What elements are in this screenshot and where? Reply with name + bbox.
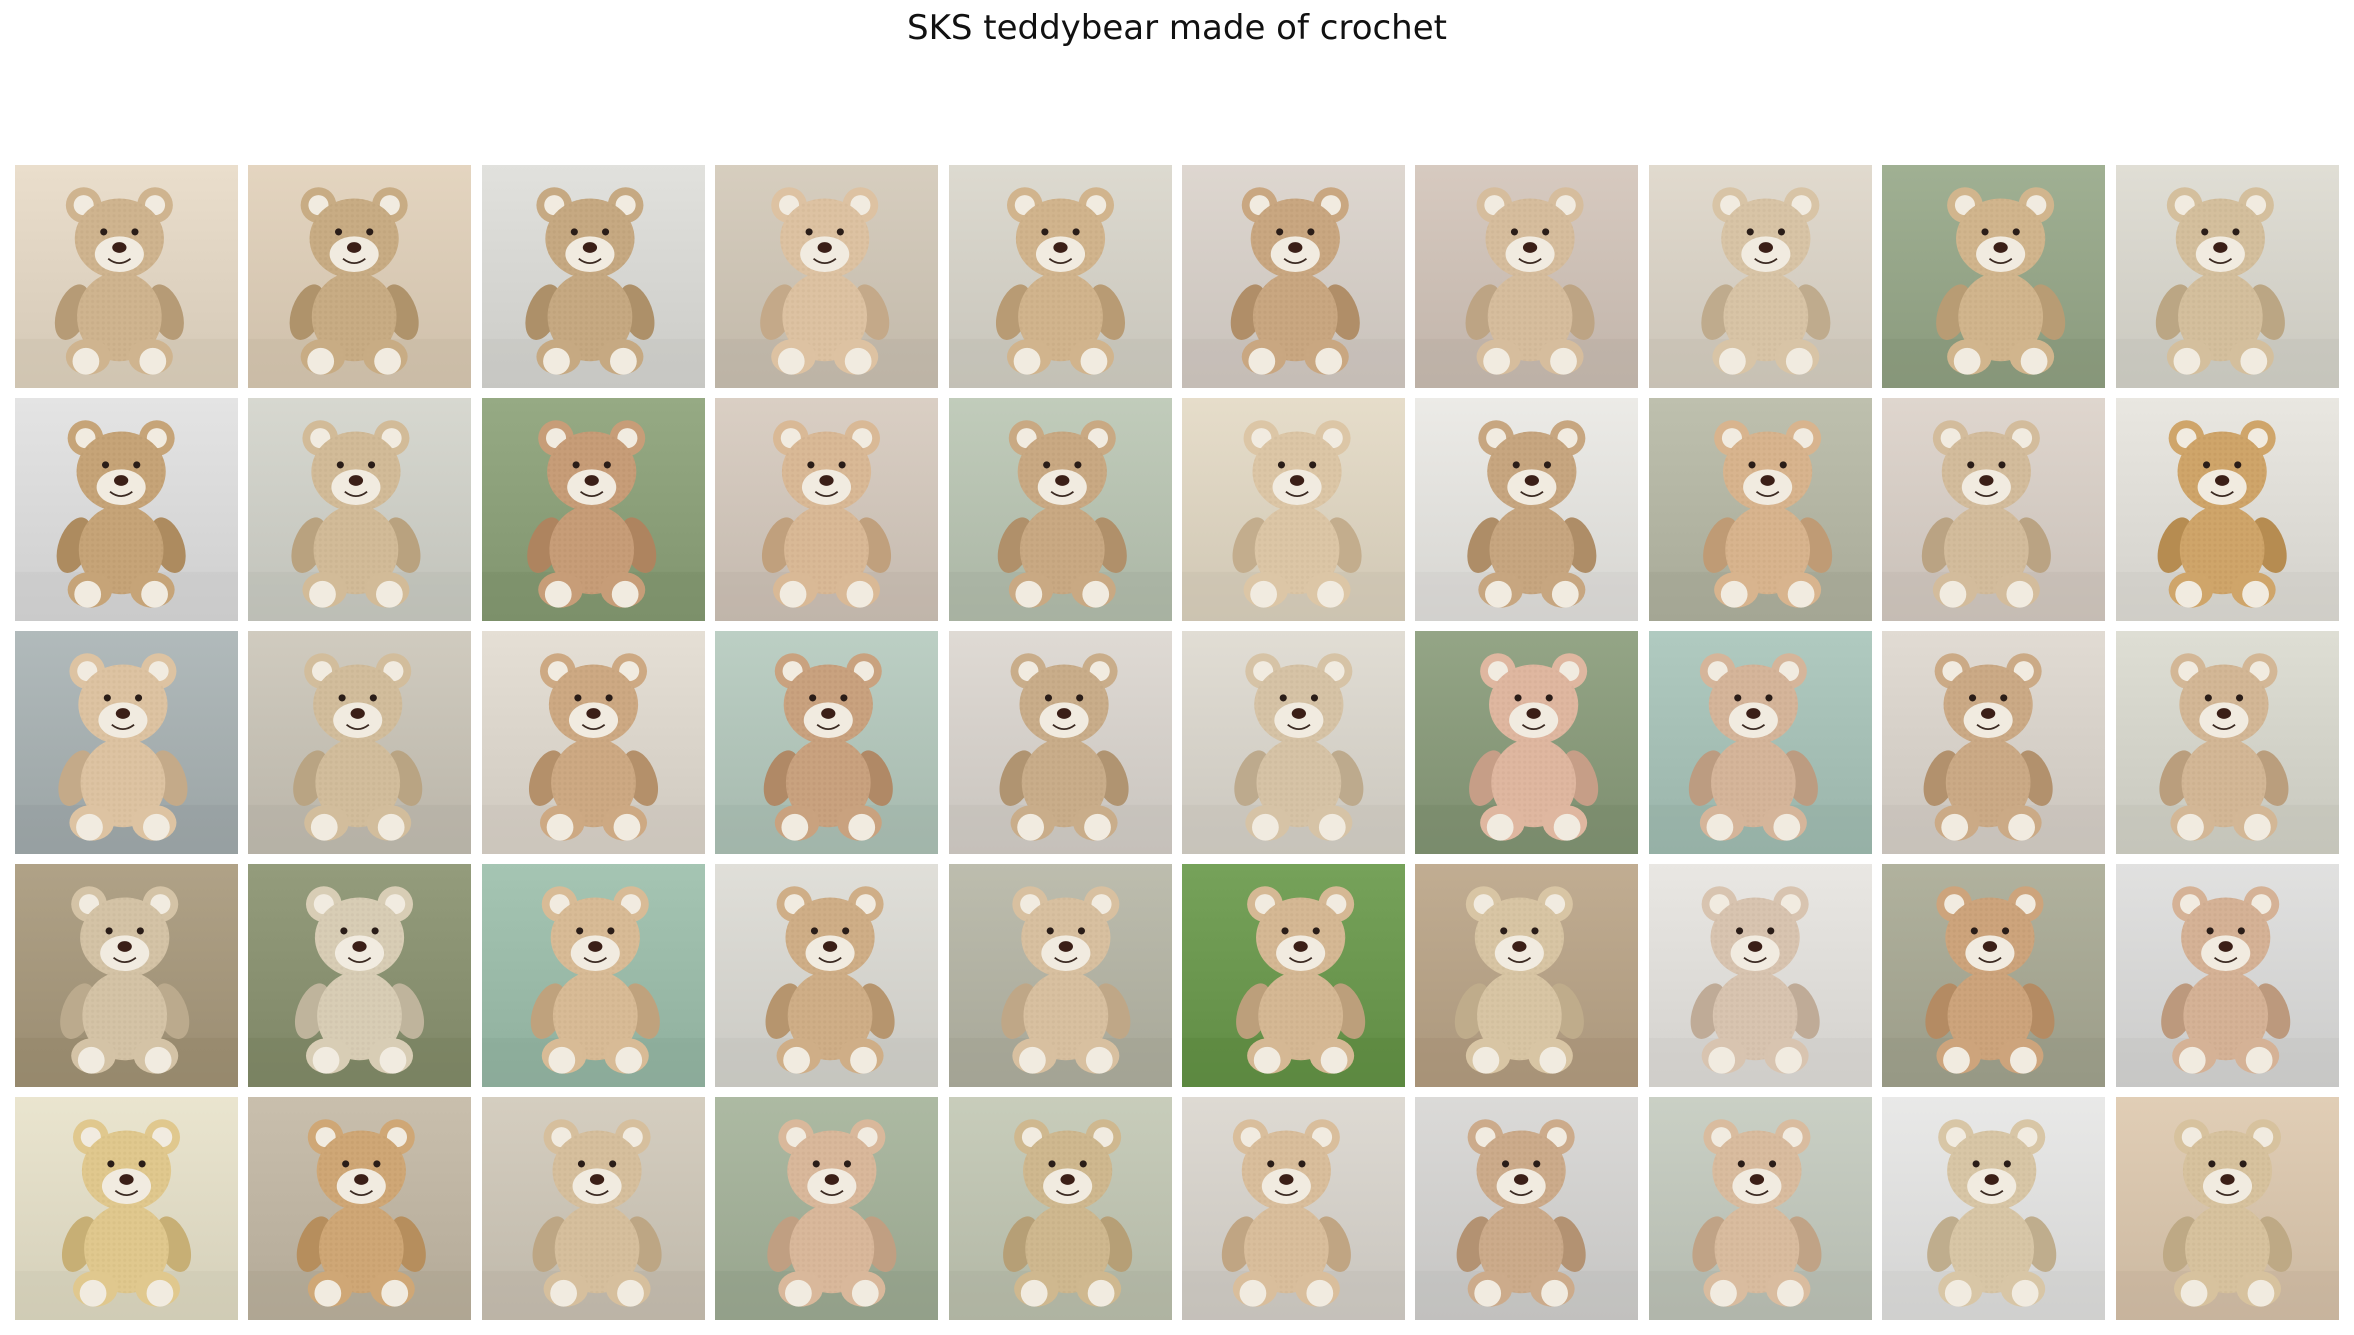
teddybear-image: [1415, 398, 1639, 621]
teddybear-image: [1415, 631, 1639, 854]
teddybear-image: [1882, 1097, 2106, 1320]
teddybear-image: [248, 864, 472, 1087]
teddybear-image: [1415, 1097, 1639, 1320]
teddybear-image: [948, 1097, 1172, 1320]
teddybear-image: [248, 165, 472, 388]
teddybear-image: [1415, 165, 1639, 388]
teddybear-image: [1882, 631, 2106, 854]
teddybear-image: [715, 398, 939, 621]
teddybear-image: [248, 631, 472, 854]
teddybear-image: [2115, 864, 2339, 1087]
teddybear-image: [1882, 165, 2106, 388]
teddybear-image: [248, 1097, 472, 1320]
teddybear-image: [481, 864, 705, 1087]
teddybear-image: [1882, 398, 2106, 621]
teddybear-image: [2115, 631, 2339, 854]
teddybear-image: [2115, 165, 2339, 388]
teddybear-image: [15, 398, 238, 621]
teddybear-image: [15, 1097, 238, 1320]
teddybear-image: [1415, 864, 1639, 1087]
teddybear-image: [481, 398, 705, 621]
teddybear-image: [15, 864, 238, 1087]
teddybear-image: [715, 631, 939, 854]
teddybear-image: [2115, 1097, 2339, 1320]
image-grid: [15, 165, 2342, 1321]
teddybear-image: [948, 631, 1172, 854]
teddybear-image: [1182, 398, 1405, 621]
teddybear-image: [1182, 1097, 1405, 1320]
teddybear-image: [1648, 165, 1872, 388]
teddybear-image: [15, 165, 238, 388]
teddybear-image: [1648, 631, 1872, 854]
teddybear-image: [15, 631, 238, 854]
teddybear-image: [248, 398, 472, 621]
teddybear-image: [948, 398, 1172, 621]
teddybear-image: [948, 864, 1172, 1087]
figure-title: SKS teddybear made of crochet: [907, 8, 1447, 48]
teddybear-image: [715, 165, 939, 388]
teddybear-image: [715, 864, 939, 1087]
teddybear-image: [715, 1097, 939, 1320]
teddybear-image: [1882, 864, 2106, 1087]
teddybear-image: [1182, 864, 1405, 1087]
teddybear-image: [1182, 631, 1405, 854]
teddybear-image: [1648, 1097, 1872, 1320]
teddybear-image: [481, 1097, 705, 1320]
teddybear-image: [2115, 398, 2339, 621]
teddybear-image: [1182, 165, 1405, 388]
teddybear-image: [481, 165, 705, 388]
teddybear-image: [948, 165, 1172, 388]
teddybear-image: [1648, 864, 1872, 1087]
teddybear-image: [481, 631, 705, 854]
teddybear-image: [1648, 398, 1872, 621]
